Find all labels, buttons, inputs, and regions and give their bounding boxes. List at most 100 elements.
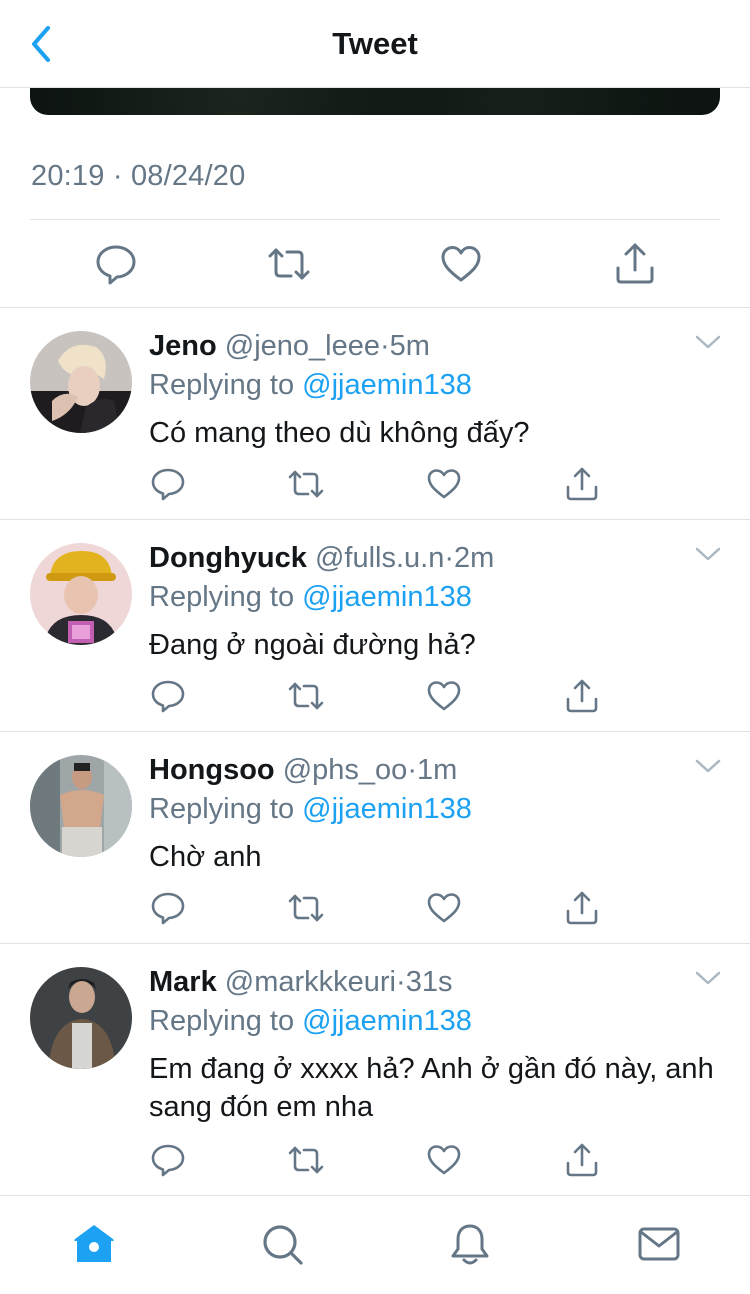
reply-button[interactable]: [150, 890, 186, 926]
reply-button[interactable]: [94, 242, 138, 286]
avatar-image: [30, 543, 132, 645]
replying-to: Replying to @jjaemin138: [149, 1003, 472, 1039]
separator-dot: ·: [407, 754, 417, 786]
reply-header: Hongsoo @phs_oo·1m: [149, 752, 457, 788]
display-name[interactable]: Donghyuck: [149, 542, 307, 574]
tab-search[interactable]: [260, 1222, 304, 1266]
notifications-icon: [451, 1224, 489, 1265]
share-button[interactable]: [564, 890, 600, 926]
more-options-button[interactable]: [694, 968, 722, 988]
share-button[interactable]: [564, 1142, 600, 1178]
share-button[interactable]: [564, 466, 600, 502]
user-handle[interactable]: @fulls.u.n: [315, 542, 444, 574]
mention-link[interactable]: @jjaemin138: [302, 1005, 472, 1037]
reply-button[interactable]: [150, 1142, 186, 1178]
like-button[interactable]: [426, 678, 462, 714]
comment-icon: [151, 892, 185, 925]
share-icon: [566, 679, 598, 713]
mention-link[interactable]: @jjaemin138: [302, 793, 472, 825]
replying-to-label: Replying to: [149, 1005, 295, 1037]
tweet-media[interactable]: [30, 88, 720, 115]
retweet-button[interactable]: [288, 466, 324, 502]
share-button[interactable]: [613, 242, 657, 286]
chevron-down-icon: [695, 335, 721, 349]
reply-tweet[interactable]: Hongsoo @phs_oo·1m Replying to @jjaemin1…: [0, 732, 750, 943]
chevron-down-icon: [695, 547, 721, 561]
bottom-tab-bar: [0, 1195, 750, 1294]
mention-link[interactable]: @jjaemin138: [302, 581, 472, 613]
heart-icon: [427, 469, 461, 499]
like-button[interactable]: [426, 890, 462, 926]
reply-text: Có mang theo dù không đấy?: [149, 417, 530, 449]
tab-notifications[interactable]: [448, 1222, 492, 1266]
reply-tweet[interactable]: Donghyuck @fulls.u.n·2m Replying to @jja…: [0, 520, 750, 731]
heart-icon: [427, 893, 461, 923]
like-button[interactable]: [439, 242, 483, 286]
reply-text: Chờ anh: [149, 841, 262, 873]
search-icon: [263, 1225, 303, 1265]
messages-icon: [638, 1227, 680, 1261]
more-options-button[interactable]: [694, 332, 722, 352]
reply-button[interactable]: [150, 678, 186, 714]
retweet-icon: [288, 682, 324, 710]
replying-to: Replying to @jjaemin138: [149, 791, 472, 827]
home-icon: [74, 1225, 114, 1262]
reply-time: 31s: [405, 966, 453, 998]
retweet-icon: [268, 248, 310, 280]
replying-to: Replying to @jjaemin138: [149, 367, 472, 403]
avatar-image: [30, 755, 132, 857]
user-handle[interactable]: @markkkeuri: [225, 966, 396, 998]
retweet-button[interactable]: [267, 242, 311, 286]
comment-icon: [151, 468, 185, 501]
reply-text: Em đang ở xxxx hả? Anh ở gần đó này, anh…: [149, 1053, 714, 1123]
reply-header: Mark @markkkeuri·31s: [149, 964, 452, 1000]
avatar-image: [30, 967, 132, 1069]
tweet-timestamp: 20:19 · 08/24/20: [31, 160, 246, 192]
tweet-action-bar: [0, 220, 750, 308]
more-options-button[interactable]: [694, 544, 722, 564]
share-icon: [566, 1143, 598, 1177]
replying-to-label: Replying to: [149, 793, 295, 825]
avatar-image: [30, 331, 132, 433]
retweet-button[interactable]: [288, 1142, 324, 1178]
reply-header: Jeno @jeno_leee·5m: [149, 328, 430, 364]
tab-messages[interactable]: [637, 1222, 681, 1266]
top-nav-bar: Tweet: [0, 0, 750, 88]
reply-tweet[interactable]: Mark @markkkeuri·31s Replying to @jjaemi…: [0, 944, 750, 1195]
replying-to-label: Replying to: [149, 369, 295, 401]
reply-time: 5m: [389, 330, 430, 362]
like-button[interactable]: [426, 1142, 462, 1178]
separator-dot: ·: [444, 542, 455, 574]
tab-home[interactable]: [72, 1222, 116, 1266]
separator-dot: ·: [396, 966, 406, 998]
mention-link[interactable]: @jjaemin138: [302, 369, 472, 401]
more-options-button[interactable]: [694, 756, 722, 776]
comment-icon: [96, 245, 136, 285]
share-button[interactable]: [564, 678, 600, 714]
separator-dot: ·: [379, 330, 390, 362]
display-name[interactable]: Mark: [149, 966, 217, 998]
avatar[interactable]: [30, 967, 132, 1069]
display-name[interactable]: Jeno: [149, 330, 217, 362]
reply-header: Donghyuck @fulls.u.n·2m: [149, 540, 494, 576]
reply-tweet[interactable]: Jeno @jeno_leee·5m Replying to @jjaemin1…: [0, 308, 750, 519]
avatar[interactable]: [30, 755, 132, 857]
replying-to: Replying to @jjaemin138: [149, 579, 472, 615]
avatar[interactable]: [30, 543, 132, 645]
retweet-button[interactable]: [288, 678, 324, 714]
retweet-icon: [288, 1146, 324, 1174]
retweet-icon: [288, 470, 324, 498]
like-button[interactable]: [426, 466, 462, 502]
heart-icon: [441, 246, 481, 282]
chevron-down-icon: [695, 759, 721, 773]
display-name[interactable]: Hongsoo: [149, 754, 275, 786]
avatar[interactable]: [30, 331, 132, 433]
page-title: Tweet: [332, 26, 418, 61]
user-handle[interactable]: @jeno_leee: [225, 330, 380, 362]
heart-icon: [427, 1145, 461, 1175]
reply-button[interactable]: [150, 466, 186, 502]
reply-time: 1m: [416, 754, 458, 786]
replying-to-label: Replying to: [149, 581, 295, 613]
user-handle[interactable]: @phs_oo: [283, 754, 408, 786]
retweet-button[interactable]: [288, 890, 324, 926]
